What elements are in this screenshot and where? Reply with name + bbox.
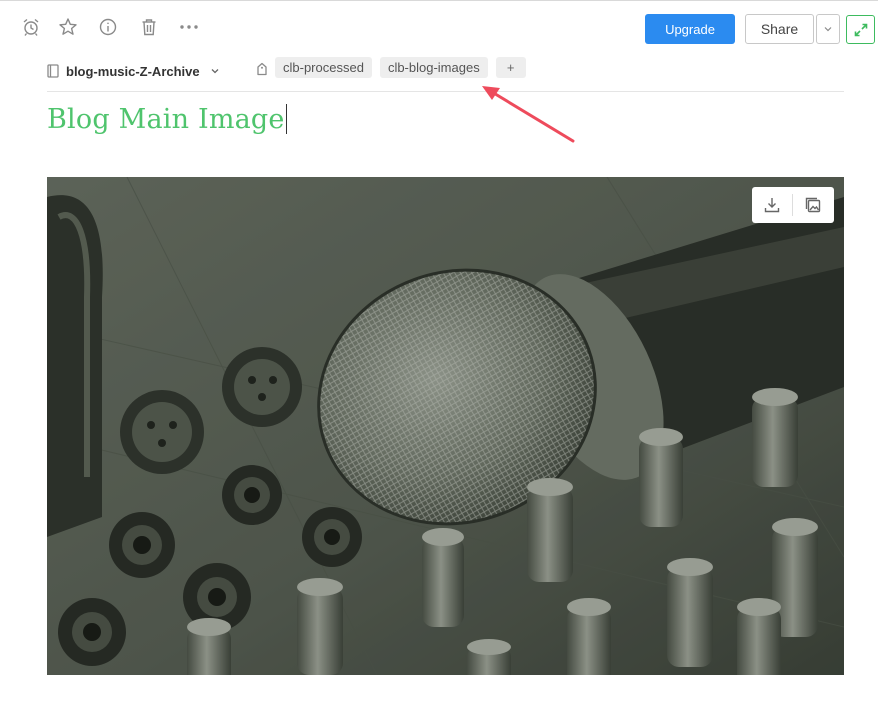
- note-toolbar: Upgrade Share: [0, 0, 878, 56]
- upgrade-button[interactable]: Upgrade: [645, 14, 735, 44]
- note-meta-bar: blog-music-Z-Archive clb-processed clb-b…: [47, 56, 844, 92]
- tag-chip[interactable]: clb-processed: [275, 57, 372, 78]
- notebook-selector[interactable]: blog-music-Z-Archive: [47, 60, 220, 82]
- open-gallery-icon: [805, 197, 821, 213]
- note-title-text: Blog Main Image: [47, 104, 285, 135]
- note-title[interactable]: Blog Main Image: [47, 104, 287, 135]
- add-tag-button[interactable]: +: [495, 57, 526, 78]
- tag-list: clb-processed clb-blog-images +: [275, 57, 526, 78]
- note-image[interactable]: [47, 177, 844, 675]
- more-icon[interactable]: [177, 15, 201, 39]
- star-icon[interactable]: [56, 15, 80, 39]
- image-actions: [752, 187, 834, 223]
- chevron-down-icon: [824, 27, 832, 32]
- share-dropdown-button[interactable]: [816, 14, 840, 44]
- notebook-name: blog-music-Z-Archive: [66, 63, 200, 79]
- chevron-down-icon: [211, 69, 219, 74]
- text-cursor: [285, 104, 287, 134]
- trash-icon[interactable]: [137, 15, 161, 39]
- notebook-icon: [47, 64, 59, 78]
- info-icon[interactable]: [96, 15, 120, 39]
- microphone-photo: [47, 177, 844, 675]
- download-icon: [764, 198, 780, 213]
- alarm-clock-icon[interactable]: [19, 15, 43, 39]
- annotation-arrow: [482, 86, 575, 143]
- share-button[interactable]: Share: [745, 14, 814, 44]
- tag-chip[interactable]: clb-blog-images: [379, 57, 488, 78]
- download-button[interactable]: [752, 187, 792, 223]
- expand-icon: [854, 23, 867, 36]
- open-gallery-button[interactable]: [793, 187, 833, 223]
- expand-button[interactable]: [846, 15, 875, 44]
- tag-icon: [257, 62, 267, 76]
